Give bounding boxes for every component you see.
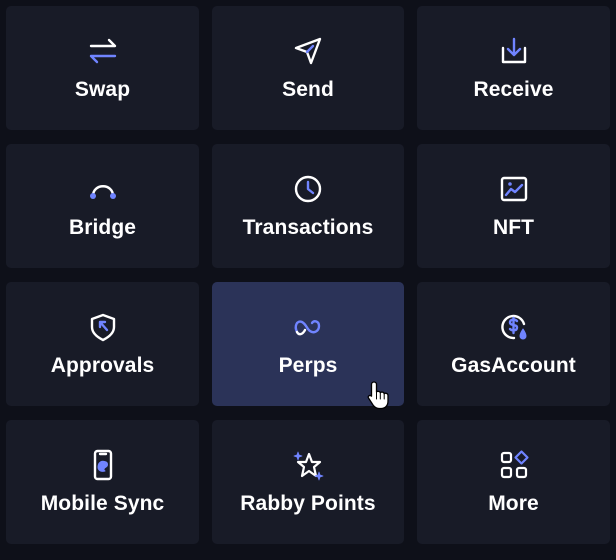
swap-label: Swap — [74, 78, 131, 101]
receive-button[interactable]: Receive — [417, 6, 610, 130]
bridge-label: Bridge — [68, 216, 137, 239]
perps-label: Perps — [278, 354, 338, 377]
nft-label: NFT — [492, 216, 535, 239]
bridge-arc-icon — [88, 174, 118, 204]
quick-action-grid: Swap Send Receive Bridge Transactions NF… — [6, 6, 610, 544]
send-label: Send — [282, 78, 334, 101]
bridge-button[interactable]: Bridge — [6, 144, 199, 268]
gasaccount-label: GasAccount — [451, 354, 576, 377]
more-label: More — [488, 492, 539, 515]
receive-download-icon — [499, 36, 529, 66]
infinity-wave-icon — [293, 312, 323, 342]
send-button[interactable]: Send — [212, 6, 404, 130]
approvals-button[interactable]: Approvals — [6, 282, 199, 406]
transactions-button[interactable]: Transactions — [212, 144, 404, 268]
gas-coin-icon — [499, 312, 529, 342]
gasaccount-button[interactable]: GasAccount — [417, 282, 610, 406]
mobile-sync-button[interactable]: Mobile Sync — [6, 420, 199, 544]
receive-label: Receive — [473, 78, 554, 101]
rabby-points-label: Rabby Points — [240, 492, 376, 515]
mobile-phone-icon — [88, 449, 118, 481]
star-sparkle-icon — [293, 450, 324, 481]
approvals-label: Approvals — [50, 354, 155, 377]
send-paper-plane-icon — [293, 36, 323, 66]
transactions-label: Transactions — [242, 216, 374, 239]
hand-pointer-cursor-icon — [367, 381, 389, 410]
more-button[interactable]: More — [417, 420, 610, 544]
more-grid-icon — [499, 450, 529, 480]
swap-arrows-icon — [88, 36, 118, 66]
shield-icon — [88, 312, 118, 342]
mobile-sync-label: Mobile Sync — [40, 492, 165, 515]
rabby-points-button[interactable]: Rabby Points — [212, 420, 404, 544]
image-icon — [499, 174, 529, 204]
clock-icon — [293, 174, 323, 204]
nft-button[interactable]: NFT — [417, 144, 610, 268]
swap-button[interactable]: Swap — [6, 6, 199, 130]
